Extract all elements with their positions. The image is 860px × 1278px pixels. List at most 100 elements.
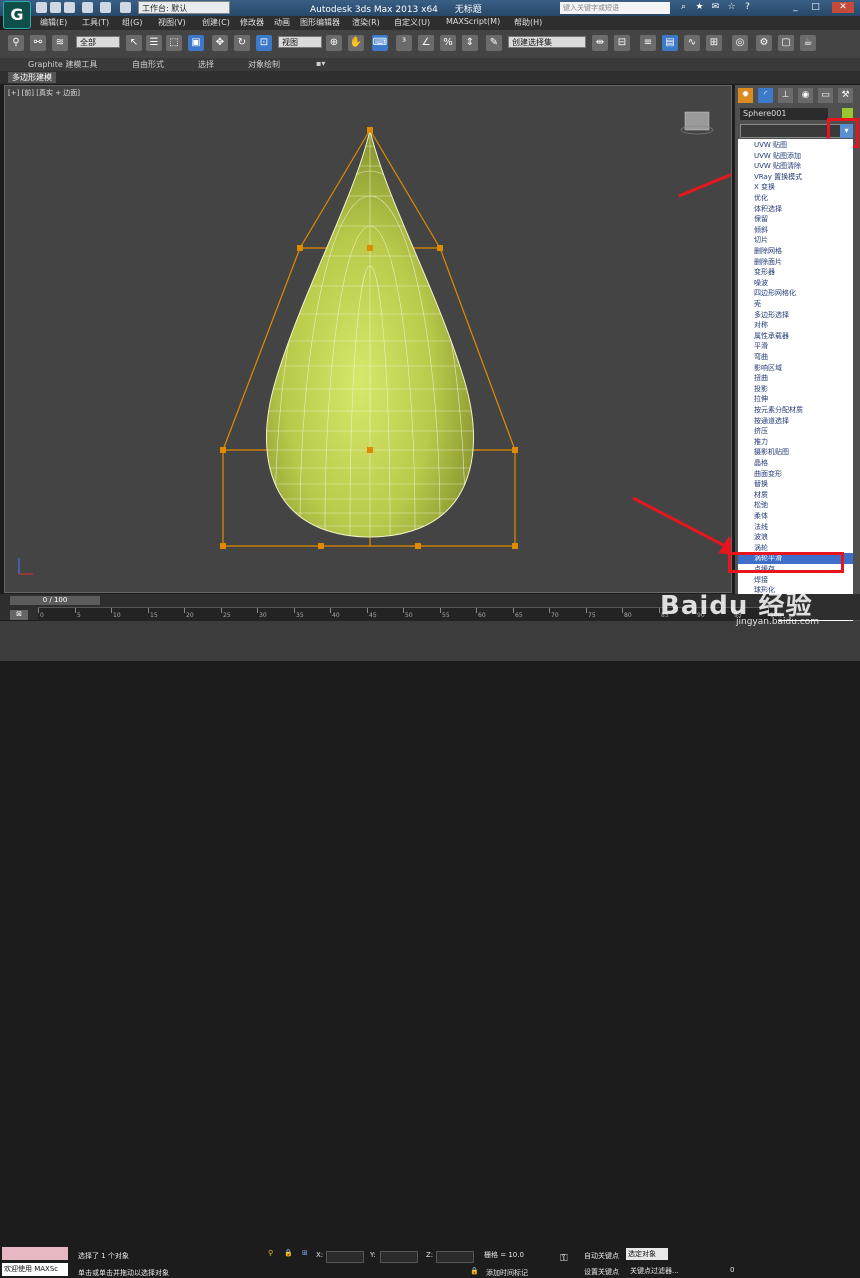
project-folder-icon[interactable]	[120, 2, 131, 13]
isolate-icon[interactable]: ⚲	[268, 1249, 273, 1257]
select-manipulate-icon[interactable]: ✋	[348, 35, 364, 51]
absolute-mode-icon[interactable]: ⊞	[302, 1249, 308, 1257]
set-key-button[interactable]: 设置关键点	[584, 1267, 619, 1277]
mini-curve-editor-icon[interactable]: ⊠	[10, 610, 28, 620]
create-tab-icon[interactable]: ✹	[738, 88, 753, 103]
modifier-list-item[interactable]: 按元素分配材质	[754, 405, 803, 416]
menu-modifiers[interactable]: 修改器	[240, 17, 264, 28]
modifier-list-item[interactable]: X 变换	[754, 182, 775, 193]
tab-object-paint[interactable]: 对象绘制	[248, 59, 280, 70]
material-editor-icon[interactable]: ◎	[732, 35, 748, 51]
maxscript-listener-field[interactable]	[2, 1247, 68, 1260]
key-filters-button[interactable]: 关键点过滤器...	[630, 1266, 679, 1276]
bind-space-warp-icon[interactable]: ≋	[52, 35, 68, 51]
x-coord-field[interactable]	[326, 1251, 364, 1263]
menu-maxscript[interactable]: MAXScript(M)	[446, 17, 500, 26]
unlink-icon[interactable]: ⚯	[30, 35, 46, 51]
modifier-list-item[interactable]: 优化	[754, 193, 768, 204]
select-by-name-icon[interactable]: ☰	[146, 35, 162, 51]
modifier-list-item[interactable]: 拉伸	[754, 394, 768, 405]
subscription-icon[interactable]: ★	[694, 2, 705, 13]
add-time-tag[interactable]: 添加时间标记	[486, 1268, 528, 1278]
rendered-frame-icon[interactable]: ▢	[778, 35, 794, 51]
render-production-icon[interactable]: ☕	[800, 35, 816, 51]
modify-tab-icon[interactable]: ◜	[758, 88, 773, 103]
modifier-list-item[interactable]: 变形器	[754, 267, 775, 278]
new-file-icon[interactable]	[36, 2, 47, 13]
motion-tab-icon[interactable]: ◉	[798, 88, 813, 103]
utilities-tab-icon[interactable]: ⚒	[838, 88, 853, 103]
object-name-field[interactable]: Sphere001	[740, 108, 828, 120]
maxscript-welcome[interactable]: 欢迎使用 MAXSc	[2, 1263, 68, 1276]
search-input[interactable]: 键入关键字或短语	[560, 2, 670, 14]
open-file-icon[interactable]	[50, 2, 61, 13]
tab-polygon-modeling[interactable]: 多边形建模	[8, 72, 56, 83]
select-object-icon[interactable]: ↖	[126, 35, 142, 51]
menu-group[interactable]: 组(G)	[122, 17, 142, 28]
modifier-list-item[interactable]: 晶格	[754, 458, 768, 469]
rotate-icon[interactable]: ↻	[234, 35, 250, 51]
menu-graph-editors[interactable]: 图形编辑器	[300, 17, 340, 28]
modifier-list-item[interactable]: 弯曲	[754, 352, 768, 363]
front-viewport[interactable]	[4, 85, 732, 593]
help-icon[interactable]: ?	[742, 2, 753, 13]
curve-editor-icon[interactable]: ∿	[684, 35, 700, 51]
redo-icon[interactable]	[100, 2, 111, 13]
angle-snap-icon[interactable]: ∠	[418, 35, 434, 51]
modifier-list-item[interactable]: 柔体	[754, 511, 768, 522]
save-file-icon[interactable]	[64, 2, 75, 13]
modifier-list-item[interactable]: UVW 贴图清除	[754, 161, 801, 172]
menu-create[interactable]: 创建(C)	[202, 17, 230, 28]
time-tag-icon[interactable]: 🔒	[470, 1267, 479, 1275]
selection-filter-dropdown[interactable]: 全部	[76, 36, 120, 48]
align-icon[interactable]: ⊟	[614, 35, 630, 51]
menu-animation[interactable]: 动画	[274, 17, 290, 28]
menu-edit[interactable]: 编辑(E)	[40, 17, 67, 28]
hierarchy-tab-icon[interactable]: ⊥	[778, 88, 793, 103]
communication-icon[interactable]: ✉	[710, 2, 721, 13]
current-frame-field[interactable]: 0	[730, 1266, 734, 1274]
minimize-icon[interactable]: _	[790, 2, 801, 13]
spinner-snap-icon[interactable]: ⇕	[462, 35, 478, 51]
favorites-icon[interactable]: ☆	[726, 2, 737, 13]
menu-help[interactable]: 帮助(H)	[514, 17, 542, 28]
ref-coord-dropdown[interactable]: 视图	[278, 36, 322, 48]
mirror-icon[interactable]: ⇹	[592, 35, 608, 51]
layer-manager-icon[interactable]: ≡	[640, 35, 656, 51]
snaps-toggle-icon[interactable]: ³	[396, 35, 412, 51]
maximize-icon[interactable]: □	[810, 2, 821, 13]
viewport-label[interactable]: [+] [前] [真实 + 边面]	[8, 88, 80, 98]
close-icon[interactable]: ✕	[832, 2, 854, 13]
z-coord-field[interactable]	[436, 1251, 474, 1263]
modifier-list-item[interactable]: 删除网格	[754, 246, 782, 257]
modifier-list-item[interactable]: 对称	[754, 320, 768, 331]
menu-views[interactable]: 视图(V)	[158, 17, 186, 28]
modifier-list-item[interactable]: 保留	[754, 214, 768, 225]
app-logo-icon[interactable]: G	[3, 1, 31, 29]
time-slider[interactable]: 0 / 100	[10, 596, 100, 605]
tab-freeform[interactable]: 自由形式	[132, 59, 164, 70]
pivot-center-icon[interactable]: ⊕	[326, 35, 342, 51]
render-setup-icon[interactable]: ⚙	[756, 35, 772, 51]
modifier-list-item[interactable]: UVW 贴图	[754, 140, 787, 151]
modifier-list-item[interactable]: 替换	[754, 479, 768, 490]
key-icon[interactable]: ⚿	[560, 1253, 568, 1264]
tab-graphite-tools[interactable]: Graphite 建模工具	[28, 59, 97, 70]
ribbon-options-icon[interactable]: ▪▾	[316, 59, 325, 68]
edit-named-selection-icon[interactable]: ✎	[486, 35, 502, 51]
modifier-list-item[interactable]: 四边形网格化	[754, 288, 796, 299]
display-tab-icon[interactable]: ▭	[818, 88, 833, 103]
auto-key-button[interactable]: 自动关键点	[584, 1251, 619, 1261]
workspace-dropdown[interactable]: 工作台: 默认	[138, 1, 230, 14]
move-icon[interactable]: ✥	[212, 35, 228, 51]
link-icon[interactable]: ⚲	[8, 35, 24, 51]
undo-icon[interactable]	[82, 2, 93, 13]
modifier-list-item[interactable]: 壳	[754, 299, 761, 310]
rectangle-selection-icon[interactable]: ⬚	[166, 35, 182, 51]
modifier-list-item[interactable]: 挤压	[754, 426, 768, 437]
modifier-list-item[interactable]: 切片	[754, 235, 768, 246]
named-selection-dropdown[interactable]: 创建选择集	[508, 36, 586, 48]
tab-selection[interactable]: 选择	[198, 59, 214, 70]
selected-object-dropdown[interactable]: 选定对象	[626, 1248, 668, 1260]
menu-customize[interactable]: 自定义(U)	[394, 17, 430, 28]
